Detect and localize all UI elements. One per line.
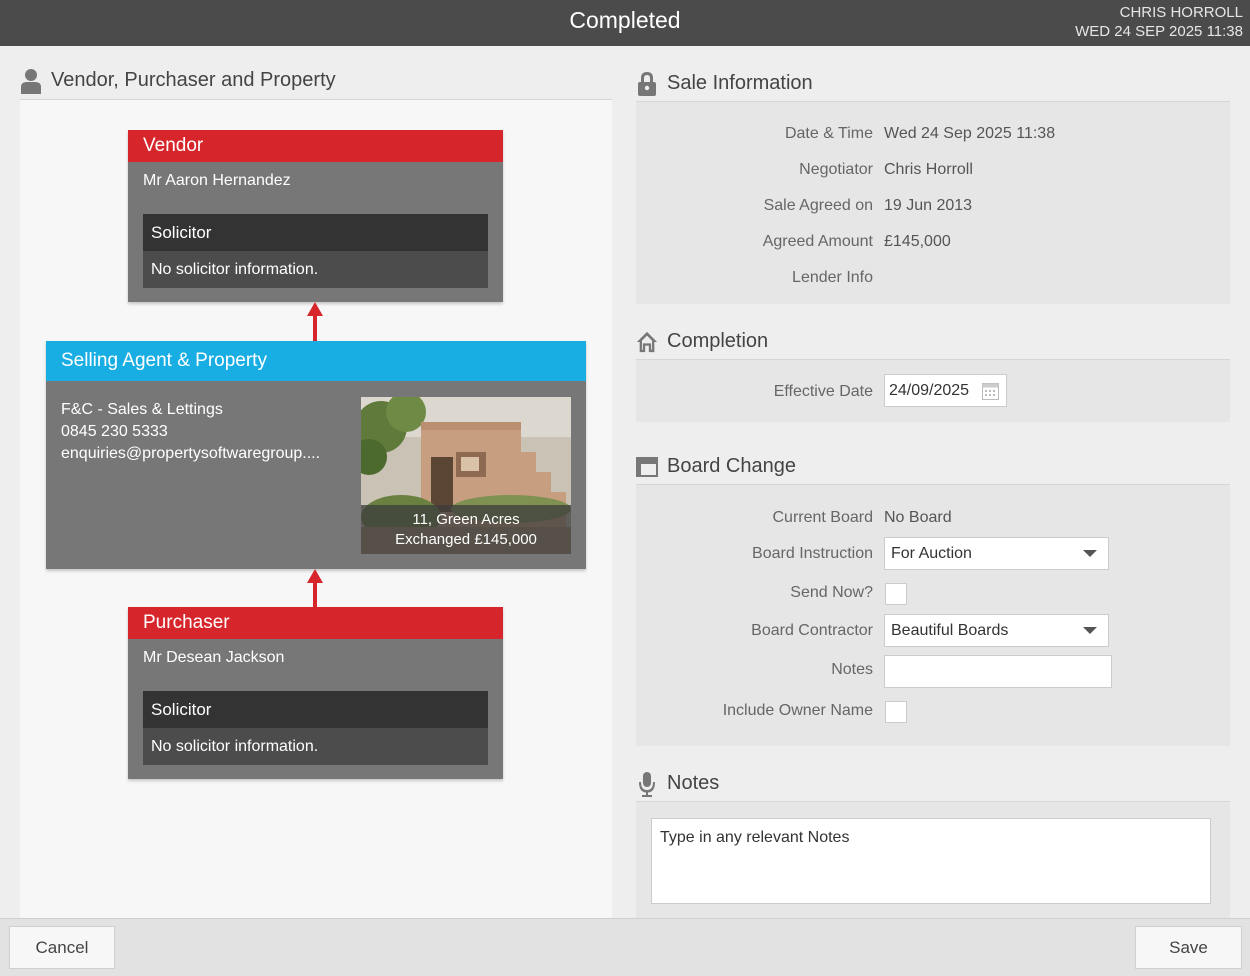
board-icon bbox=[636, 454, 658, 480]
agent-company: F&C - Sales & Lettings bbox=[61, 401, 223, 418]
vendor-solicitor: Solicitor No solicitor information. bbox=[143, 214, 488, 288]
sale-info-label: Sale Agreed on bbox=[763, 197, 873, 214]
purchaser-solicitor-info: No solicitor information. bbox=[143, 728, 488, 765]
property-photo[interactable]: 11, Green Acres Exchanged £145,000 bbox=[361, 397, 571, 554]
purchaser-title: Purchaser bbox=[128, 607, 503, 639]
sale-info-label: Negotiator bbox=[799, 161, 873, 178]
sale-info-header: Sale Information bbox=[636, 66, 1230, 102]
sale-info-label: Date & Time bbox=[784, 125, 873, 142]
arrow-up-icon bbox=[307, 302, 323, 342]
purchaser-card[interactable]: Purchaser Mr Desean Jackson Solicitor No… bbox=[128, 607, 503, 779]
chevron-down-icon bbox=[1083, 550, 1097, 557]
selling-agent-card[interactable]: Selling Agent & Property F&C - Sales & L… bbox=[46, 341, 586, 569]
arrow-up-icon bbox=[307, 569, 323, 607]
lock-icon bbox=[636, 71, 658, 97]
calendar-icon[interactable] bbox=[982, 383, 999, 400]
purchaser-name: Mr Desean Jackson bbox=[143, 649, 285, 666]
board-contractor-value: Beautiful Boards bbox=[891, 622, 1009, 639]
vendor-card[interactable]: Vendor Mr Aaron Hernandez Solicitor No s… bbox=[128, 130, 503, 302]
sale-info-block: Date & Time Wed 24 Sep 2025 11:38 Negoti… bbox=[636, 102, 1230, 304]
left-section-header: Vendor, Purchaser and Property bbox=[20, 66, 612, 100]
vendor-solicitor-info: No solicitor information. bbox=[143, 251, 488, 288]
sale-info-value: Wed 24 Sep 2025 11:38 bbox=[884, 125, 1056, 142]
sale-info-label: Agreed Amount bbox=[762, 233, 873, 250]
sale-info-title: Sale Information bbox=[667, 72, 813, 94]
vendor-solicitor-label: Solicitor bbox=[143, 214, 488, 251]
current-board-label: Current Board bbox=[772, 509, 874, 526]
include-owner-label: Include Owner Name bbox=[722, 702, 873, 719]
board-instruction-value: For Auction bbox=[891, 545, 972, 562]
agent-title: Selling Agent & Property bbox=[46, 341, 586, 381]
save-button[interactable]: Save bbox=[1135, 926, 1242, 969]
agent-email: enquiries@propertysoftwaregroup.... bbox=[61, 445, 321, 462]
board-contractor-select[interactable]: Beautiful Boards bbox=[884, 614, 1109, 647]
current-board-value: No Board bbox=[884, 509, 952, 526]
top-bar: Completed CHRIS HORROLL WED 24 SEP 2025 … bbox=[0, 0, 1250, 46]
agent-info: F&C - Sales & Lettings 0845 230 5333 enq… bbox=[61, 399, 320, 465]
effective-date-value: 24/09/2025 bbox=[889, 382, 970, 399]
sale-info-value: 19 Jun 2013 bbox=[884, 197, 973, 214]
purchaser-solicitor: Solicitor No solicitor information. bbox=[143, 691, 488, 765]
notes-header: Notes bbox=[636, 766, 1230, 802]
sale-info-value: £145,000 bbox=[884, 233, 951, 250]
notes-textarea[interactable]: Type in any relevant Notes bbox=[651, 818, 1211, 904]
header-datetime: WED 24 SEP 2025 11:38 bbox=[1075, 23, 1243, 40]
notes-placeholder: Type in any relevant Notes bbox=[660, 829, 850, 846]
property-address: 11, Green Acres bbox=[412, 511, 520, 528]
effective-date-input[interactable]: 24/09/2025 bbox=[884, 374, 1007, 407]
user-info: CHRIS HORROLL WED 24 SEP 2025 11:38 bbox=[1075, 3, 1243, 41]
sale-info-label: Lender Info bbox=[792, 269, 873, 286]
chevron-down-icon bbox=[1083, 627, 1097, 634]
completion-header: Completion bbox=[636, 324, 1230, 360]
board-notes-input[interactable] bbox=[884, 655, 1112, 688]
completion-title: Completion bbox=[667, 330, 769, 352]
board-change-title: Board Change bbox=[667, 455, 796, 477]
cancel-button[interactable]: Cancel bbox=[9, 926, 115, 969]
user-name: CHRIS HORROLL bbox=[1119, 4, 1243, 21]
bottom-bar: Cancel Save bbox=[0, 918, 1250, 976]
notes-title: Notes bbox=[667, 772, 720, 794]
completion-block: Effective Date 24/09/2025 bbox=[636, 360, 1230, 422]
property-status: Exchanged £145,000 bbox=[395, 531, 537, 548]
person-icon bbox=[20, 68, 42, 94]
board-change-block: Current Board No Board Board Instruction… bbox=[636, 485, 1230, 746]
page-title: Completed bbox=[569, 7, 681, 33]
sale-info-value: Chris Horroll bbox=[884, 161, 973, 178]
effective-date-label: Effective Date bbox=[773, 383, 873, 400]
board-notes-label: Notes bbox=[831, 661, 873, 678]
include-owner-checkbox[interactable] bbox=[885, 701, 907, 723]
board-contractor-label: Board Contractor bbox=[751, 622, 873, 639]
board-instruction-select[interactable]: For Auction bbox=[884, 537, 1109, 570]
microphone-icon bbox=[636, 771, 658, 797]
send-now-label: Send Now? bbox=[790, 584, 873, 601]
vendor-title: Vendor bbox=[128, 130, 503, 162]
agent-phone: 0845 230 5333 bbox=[61, 423, 168, 440]
board-instruction-label: Board Instruction bbox=[752, 545, 873, 562]
purchaser-solicitor-label: Solicitor bbox=[143, 691, 488, 728]
board-change-header: Board Change bbox=[636, 449, 1230, 485]
send-now-checkbox[interactable] bbox=[885, 583, 907, 605]
house-icon bbox=[636, 329, 658, 355]
left-section-title: Vendor, Purchaser and Property bbox=[51, 69, 336, 91]
property-caption: 11, Green Acres Exchanged £145,000 bbox=[361, 505, 571, 554]
vendor-name: Mr Aaron Hernandez bbox=[143, 172, 291, 189]
